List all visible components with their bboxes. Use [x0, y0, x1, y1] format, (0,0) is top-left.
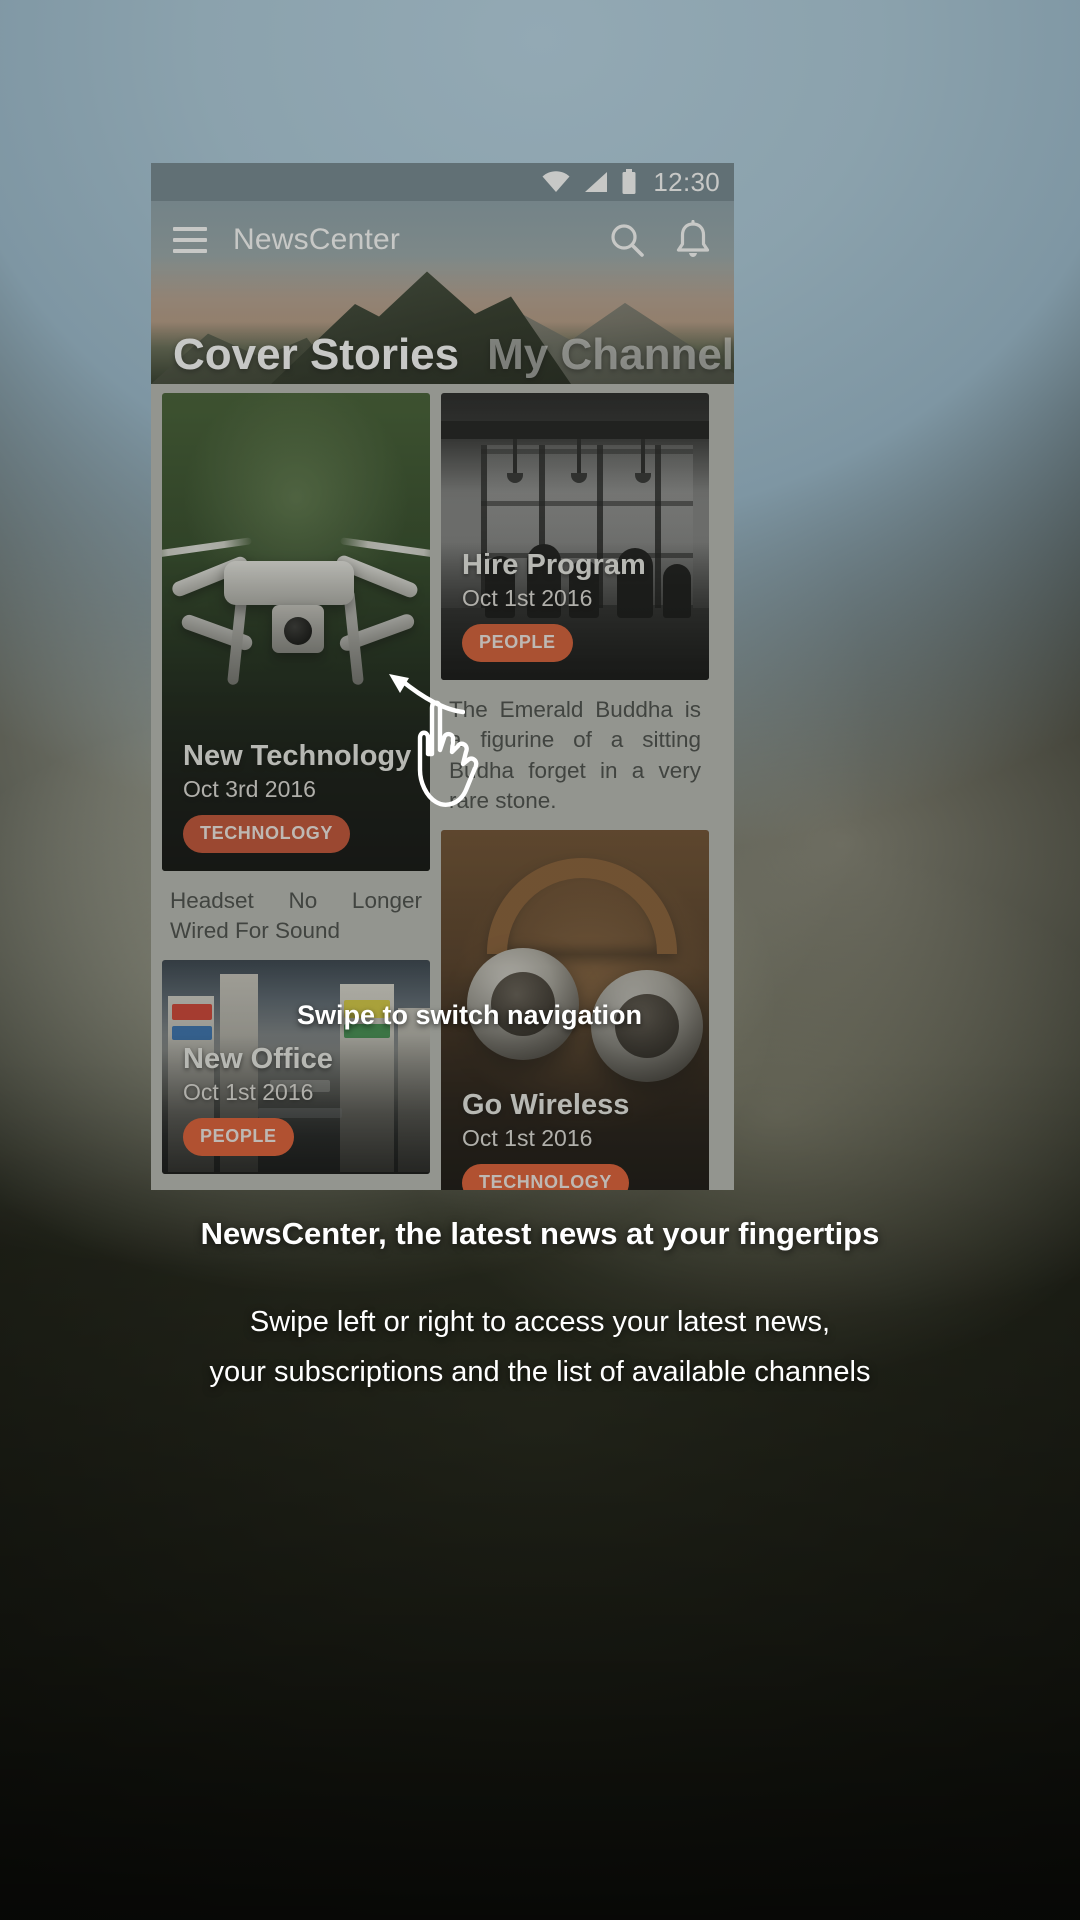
- card-title: New Technology: [183, 740, 412, 773]
- search-icon[interactable]: [608, 221, 646, 259]
- card-go-wireless[interactable]: Go Wireless Oct 1st 2016 TECHNOLOGY: [441, 829, 709, 1190]
- card-meta: New Technology Oct 3rd 2016 TECHNOLOGY: [183, 740, 416, 853]
- wifi-icon: [542, 171, 570, 192]
- card-category-badge[interactable]: PEOPLE: [183, 1117, 294, 1156]
- card-new-office[interactable]: New Office Oct 1st 2016 PEOPLE: [162, 959, 430, 1174]
- caption-body: Swipe left or right to access your lates…: [0, 1298, 1080, 1398]
- card-category-badge[interactable]: TECHNOLOGY: [183, 815, 351, 853]
- card-category-badge[interactable]: TECHNOLOGY: [462, 1163, 630, 1190]
- card-date: Oct 3rd 2016: [183, 776, 316, 802]
- news-column-left: New Technology Oct 3rd 2016 TECHNOLOGY H…: [162, 393, 430, 1190]
- tutorial-caption: NewsCenter, the latest news at your fing…: [0, 1215, 1080, 1398]
- snippet-headset: Headset No Longer Wired For Sound: [170, 888, 422, 944]
- header-hero: NewsCenter Cover Stories My Channels: [151, 201, 734, 384]
- snippet-emerald: The Emerald Buddha is a figurine of a si…: [449, 697, 701, 814]
- card-date: Oct 1st 2016: [462, 585, 593, 611]
- status-bar: 12:30: [151, 163, 734, 201]
- news-grid: New Technology Oct 3rd 2016 TECHNOLOGY H…: [162, 393, 723, 1190]
- card-category-badge[interactable]: PEOPLE: [462, 624, 573, 662]
- card-date: Oct 1st 2016: [183, 1078, 314, 1105]
- card-meta: New Office Oct 1st 2016 PEOPLE: [183, 1042, 416, 1156]
- card-title: Go Wireless: [462, 1088, 630, 1121]
- card-title: Hire Program: [462, 549, 646, 582]
- caption-line-2: your subscriptions and the list of avail…: [209, 1356, 871, 1389]
- tab-my-channels[interactable]: My Channels: [487, 331, 734, 378]
- tab-bar: Cover Stories My Channels: [151, 331, 734, 378]
- toolbar-actions: [608, 220, 712, 260]
- card-meta: Go Wireless Oct 1st 2016 TECHNOLOGY: [462, 1088, 695, 1190]
- signal-icon: [585, 172, 608, 192]
- caption-line-1: Swipe left or right to access your lates…: [249, 1306, 831, 1339]
- snippet-partial: The Emerald Buddha is: [162, 1185, 430, 1190]
- bell-icon[interactable]: [674, 220, 712, 260]
- card-hire-program[interactable]: Hire Program Oct 1st 2016 PEOPLE: [441, 393, 709, 680]
- hamburger-menu-icon[interactable]: [173, 227, 207, 253]
- card-new-technology[interactable]: New Technology Oct 3rd 2016 TECHNOLOGY: [162, 393, 430, 871]
- status-bar-clock: 12:30: [653, 167, 720, 197]
- card-title: New Office: [183, 1042, 333, 1075]
- news-column-right: Hire Program Oct 1st 2016 PEOPLE The Eme…: [441, 393, 709, 1190]
- app-toolbar: NewsCenter: [151, 201, 734, 279]
- battery-icon: [622, 169, 636, 194]
- tab-cover-stories[interactable]: Cover Stories: [173, 331, 459, 378]
- phone-screen-preview: 12:30 NewsCenter Cover Stories My Channe…: [151, 163, 734, 1190]
- card-meta: Hire Program Oct 1st 2016 PEOPLE: [462, 549, 695, 662]
- app-title: NewsCenter: [233, 223, 401, 256]
- card-date: Oct 1st 2016: [462, 1124, 593, 1151]
- caption-title: NewsCenter, the latest news at your fing…: [200, 1216, 880, 1251]
- news-feed: New Technology Oct 3rd 2016 TECHNOLOGY H…: [151, 384, 734, 1190]
